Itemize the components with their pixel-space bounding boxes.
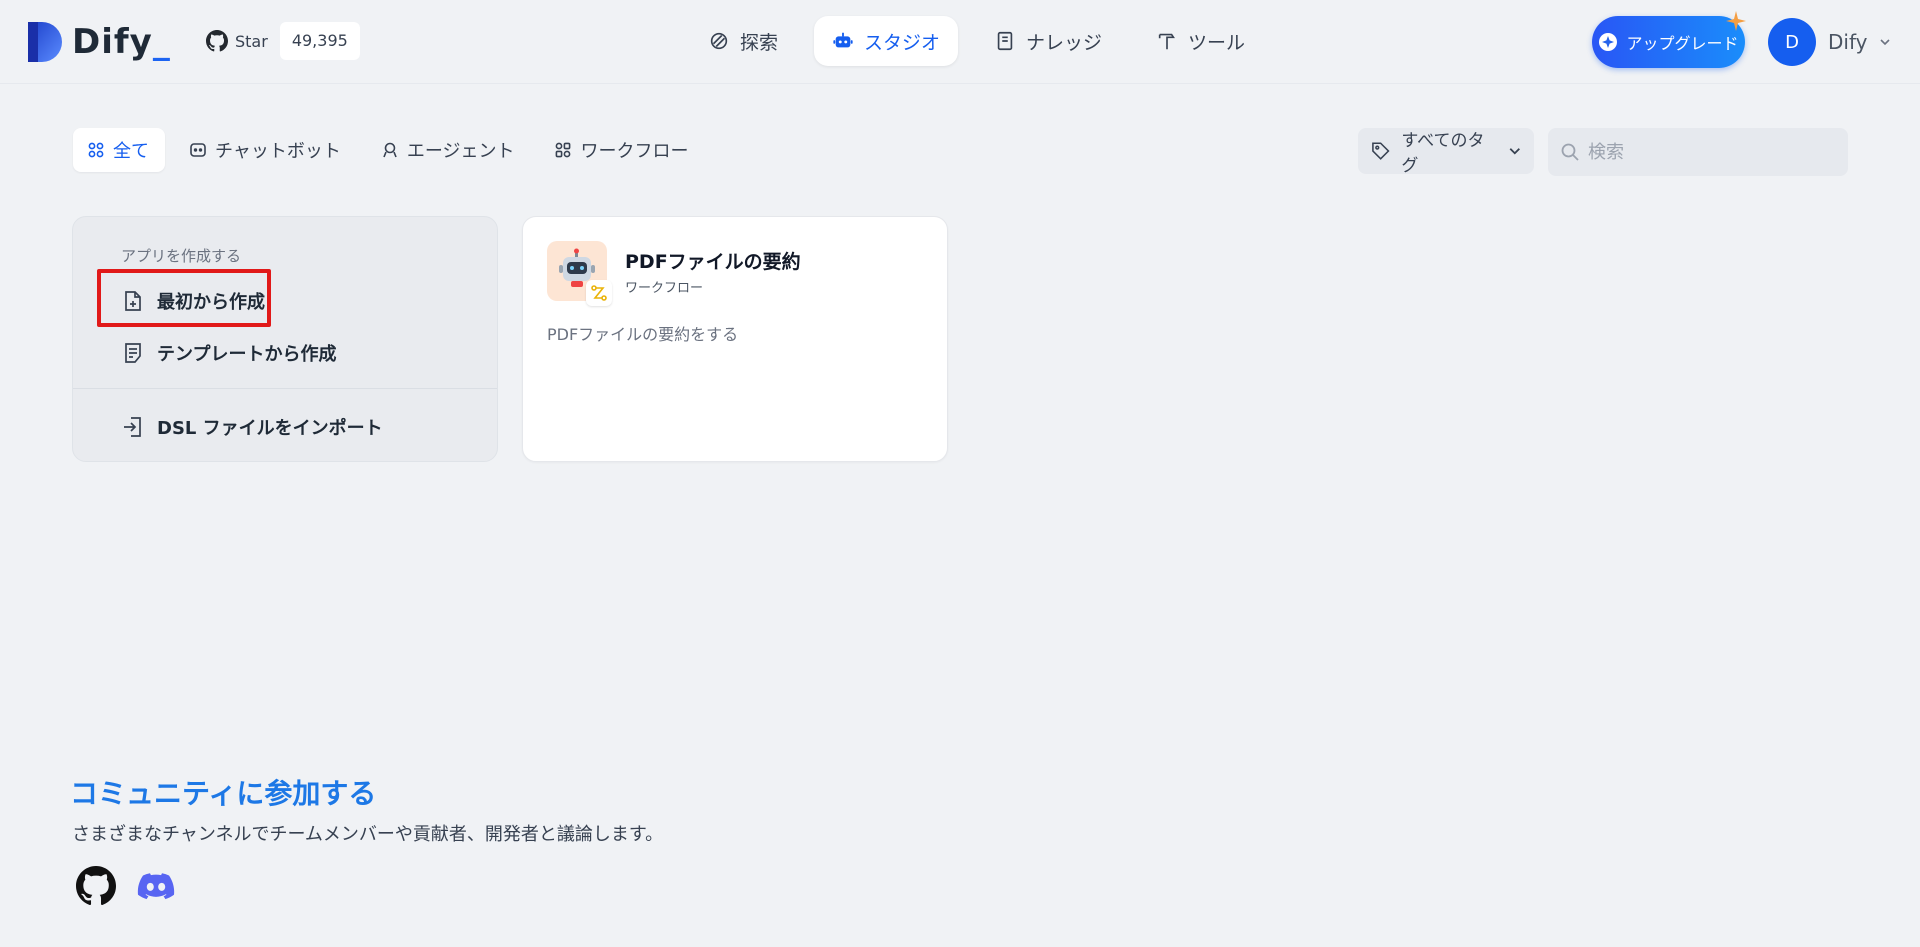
dify-logo-mark-icon — [26, 20, 64, 64]
create-from-template-button[interactable]: テンプレートから作成 — [121, 333, 336, 373]
nav-tools[interactable]: ツール — [1138, 16, 1263, 66]
workflow-icon — [556, 142, 571, 158]
dify-logo-text: Dify_ — [72, 22, 171, 62]
search-input[interactable] — [1588, 141, 1828, 163]
grid-icon — [88, 142, 104, 158]
tag-filter-label: すべてのタグ — [1401, 131, 1485, 176]
top-header: Dify_ Star 49,395 探索 スタジオ ナレッジ ツール アップグレ… — [0, 0, 1920, 84]
tab-agent-label: エージェント — [406, 141, 515, 162]
nav-knowledge-label: ナレッジ — [1026, 31, 1103, 54]
agent-icon — [383, 142, 397, 158]
tab-all-label: 全て — [113, 141, 149, 162]
create-from-blank-label: 最初から作成 — [157, 292, 265, 313]
create-app-heading: アプリを作成する — [121, 247, 242, 265]
search-box[interactable] — [1548, 128, 1848, 176]
upgrade-button[interactable]: アップグレード — [1592, 11, 1746, 68]
tag-filter-dropdown[interactable]: すべてのタグ — [1358, 128, 1534, 176]
nav-explore[interactable]: 探索 — [690, 16, 796, 66]
app-description: PDFファイルの要約をする — [547, 325, 739, 344]
create-app-card: アプリを作成する 最初から作成 テンプレートから作成 DSL ファイルをインポー… — [72, 216, 498, 462]
social-links — [76, 866, 176, 906]
nav-studio[interactable]: スタジオ — [814, 16, 959, 66]
tab-workflow[interactable]: ワークフロー — [540, 128, 704, 172]
book-icon — [997, 31, 1013, 51]
community-title: コミュニティに参加する — [70, 777, 377, 810]
create-card-divider — [73, 388, 497, 389]
user-menu[interactable]: D Dify — [1768, 18, 1891, 66]
compass-icon — [710, 32, 728, 50]
github-star-text: Star — [235, 31, 268, 51]
workflow-badge — [586, 280, 612, 306]
upgrade-icon — [1599, 33, 1618, 51]
nav-explore-label: 探索 — [740, 31, 779, 54]
app-type-tabs: 全て チャットボット エージェント ワークフロー — [73, 128, 704, 172]
username[interactable]: Dify — [1828, 30, 1867, 54]
github-icon[interactable] — [76, 866, 116, 906]
community-description: さまざまなチャンネルでチームメンバーや貢献者、開発者と議論します。 — [72, 824, 664, 845]
github-icon — [206, 30, 228, 52]
create-from-template-label: テンプレートから作成 — [157, 344, 337, 365]
avatar[interactable]: D — [1768, 18, 1816, 66]
tab-chatbot-label: チャットボット — [215, 141, 341, 162]
chat-icon — [190, 143, 206, 157]
tab-workflow-label: ワークフロー — [580, 141, 689, 162]
chevron-down-icon — [1880, 39, 1891, 46]
nav-tools-label: ツール — [1188, 31, 1246, 54]
import-dsl-button[interactable]: DSL ファイルをインポート — [121, 407, 383, 447]
hammer-icon — [1158, 33, 1176, 50]
import-dsl-label: DSL ファイルをインポート — [157, 418, 383, 439]
app-card[interactable]: PDFファイルの要約 ワークフロー PDFファイルの要約をする — [522, 216, 948, 462]
file-plus-icon — [125, 291, 141, 311]
dify-logo[interactable]: Dify_ — [26, 20, 171, 64]
app-type: ワークフロー — [625, 281, 704, 296]
github-star-button[interactable]: Star 49,395 — [196, 22, 360, 60]
import-icon — [124, 417, 141, 437]
chevron-down-icon — [1510, 148, 1521, 155]
tag-icon — [1372, 142, 1390, 160]
tab-agent[interactable]: エージェント — [367, 128, 531, 172]
nav-studio-label: スタジオ — [864, 31, 941, 54]
main-nav: 探索 スタジオ ナレッジ ツール — [690, 16, 1263, 66]
tab-chatbot[interactable]: チャットボット — [175, 128, 357, 172]
create-from-blank-button[interactable]: 最初から作成 — [121, 281, 265, 321]
tab-all[interactable]: 全て — [73, 128, 165, 172]
app-title: PDFファイルの要約 — [625, 251, 801, 273]
nav-knowledge[interactable]: ナレッジ — [976, 16, 1120, 66]
github-star-label[interactable]: Star — [196, 22, 280, 60]
github-star-count[interactable]: 49,395 — [279, 22, 360, 60]
upgrade-label: アップグレード — [1626, 34, 1739, 53]
search-icon — [1561, 143, 1579, 161]
workflow-badge-icon — [591, 285, 607, 301]
template-icon — [125, 343, 141, 363]
robot-icon — [833, 32, 853, 48]
sparkle-icon — [1726, 11, 1746, 31]
discord-icon[interactable] — [136, 866, 176, 906]
